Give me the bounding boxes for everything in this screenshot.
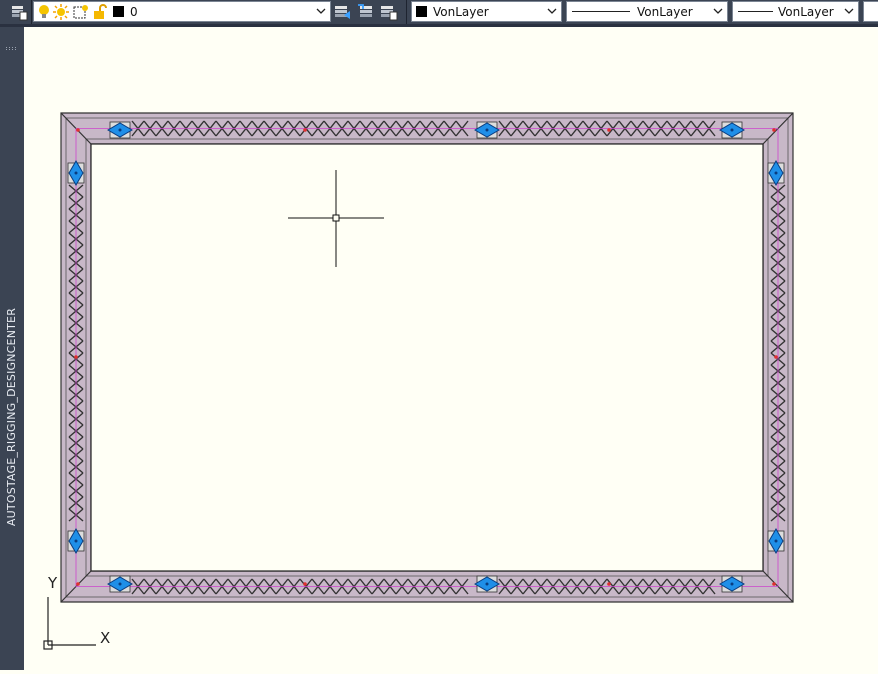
properties-toolbar: 0 VonLayer VonLayer VonLayer	[0, 0, 878, 24]
node-point	[76, 582, 80, 586]
clamp-center	[774, 539, 778, 543]
clamp-icon	[67, 160, 85, 186]
node-point	[774, 355, 778, 359]
layer-previous-icon[interactable]	[357, 3, 375, 21]
node-point	[772, 582, 776, 586]
chevron-down-icon[interactable]	[316, 5, 326, 17]
clamp-icon	[474, 121, 500, 139]
layer-color-swatch	[113, 6, 124, 17]
clamp-icon	[107, 121, 133, 139]
pickbox	[332, 214, 340, 222]
color-dropdown[interactable]: VonLayer	[411, 1, 562, 22]
node-point	[607, 582, 611, 586]
drawing-canvas[interactable]: X Y	[24, 27, 878, 670]
toolbar-separator	[406, 0, 407, 24]
clamp-icon	[767, 528, 785, 554]
lineweight-preview	[738, 11, 773, 12]
clamp-center	[118, 582, 122, 586]
color-swatch	[416, 6, 427, 17]
truss-drawing[interactable]: X Y	[24, 27, 878, 670]
layer-properties-icon[interactable]	[10, 3, 28, 21]
layer-state-icon[interactable]	[380, 3, 398, 21]
make-current-layer-icon[interactable]	[334, 3, 352, 21]
clamp-center	[730, 128, 734, 132]
clamp-icon	[719, 121, 745, 139]
designcenter-palette[interactable]: AUTOSTAGE_RIGGING_DESIGNCENTER	[0, 27, 24, 670]
unlock-icon[interactable]	[93, 4, 107, 23]
clamp-center	[485, 128, 489, 132]
viewport-freeze-icon[interactable]	[73, 4, 89, 23]
clamp-center	[118, 128, 122, 132]
clamp-icon	[67, 528, 85, 554]
lineweight-label: VonLayer	[778, 5, 834, 19]
linetype-dropdown[interactable]: VonLayer	[566, 1, 728, 22]
lineweight-dropdown[interactable]: VonLayer	[732, 1, 859, 22]
clamp-center	[774, 171, 778, 175]
clamp-center	[485, 582, 489, 586]
layer-name: 0	[130, 5, 138, 19]
linetype-preview	[572, 11, 630, 12]
sun-icon[interactable]	[53, 4, 69, 23]
ucs-icon	[43, 597, 96, 650]
node-point	[74, 355, 78, 359]
chevron-down-icon[interactable]	[844, 5, 854, 17]
clamp-center	[74, 171, 78, 175]
clamp-center	[74, 539, 78, 543]
chevron-down-icon[interactable]	[547, 5, 557, 17]
clamp-center	[730, 582, 734, 586]
layer-dropdown[interactable]: 0	[33, 1, 331, 22]
chevron-down-icon[interactable]	[713, 5, 723, 17]
node-point	[772, 128, 776, 132]
ucs-x-label: X	[100, 629, 110, 647]
node-point	[76, 128, 80, 132]
node-point	[303, 128, 307, 132]
lightbulb-icon[interactable]	[37, 4, 51, 23]
inner-opening	[90, 143, 764, 572]
truss-frame[interactable]	[60, 112, 794, 603]
toolbar-separator	[31, 0, 32, 24]
node-point	[607, 128, 611, 132]
clamp-icon	[719, 575, 745, 593]
clamp-icon	[767, 160, 785, 186]
clamp-icon	[474, 575, 500, 593]
clamp-icon	[107, 575, 133, 593]
ucs-y-label: Y	[47, 574, 58, 592]
grip-icon[interactable]	[6, 35, 18, 50]
node-point	[303, 582, 307, 586]
linetype-label: VonLayer	[637, 5, 693, 19]
color-label: VonLayer	[433, 5, 489, 19]
palette-title: AUTOSTAGE_RIGGING_DESIGNCENTER	[5, 307, 18, 527]
plot-style-dropdown[interactable]	[863, 1, 878, 22]
